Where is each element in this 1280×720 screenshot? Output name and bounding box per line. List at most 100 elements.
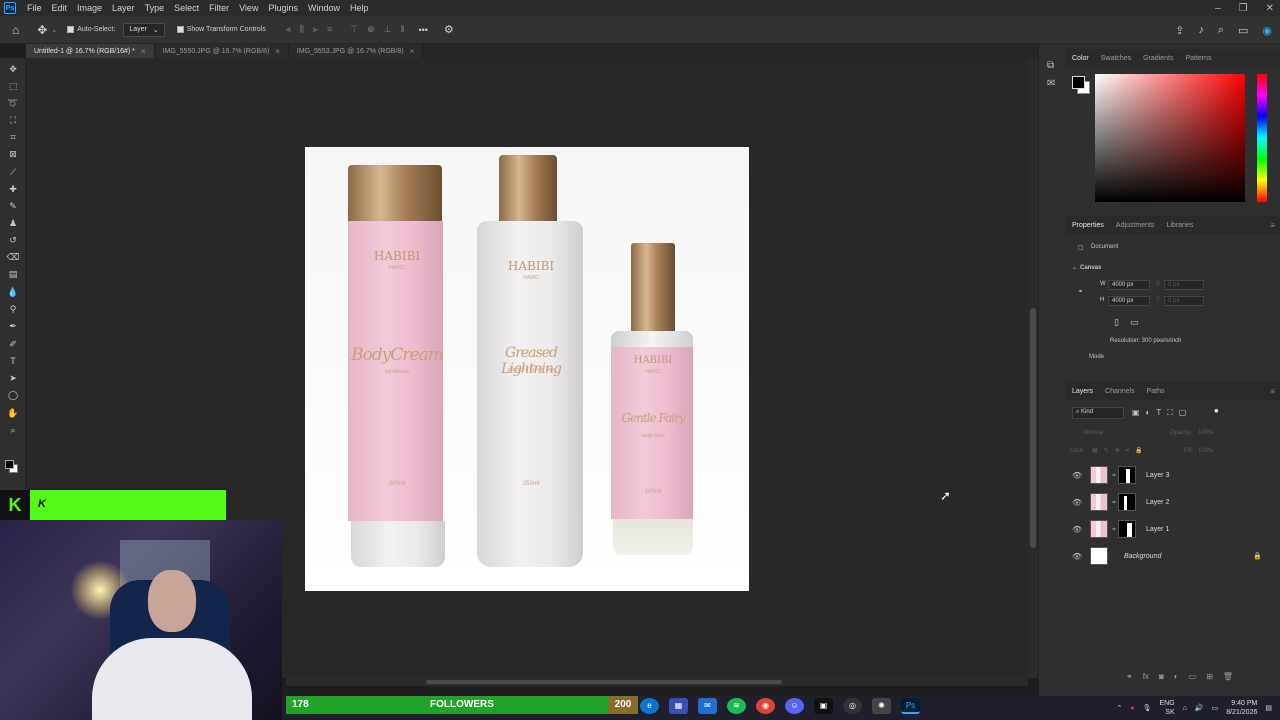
layer-row-background[interactable]: 👁 Background 🔒 bbox=[1066, 543, 1280, 569]
menu-edit[interactable]: Edit bbox=[47, 3, 73, 13]
obs-icon[interactable]: ✺ bbox=[872, 698, 891, 714]
close-tab-icon[interactable]: × bbox=[141, 47, 146, 56]
align-bottom-icon[interactable]: ⊥ bbox=[384, 24, 392, 35]
menu-plugins[interactable]: Plugins bbox=[263, 3, 303, 13]
new-group-icon[interactable]: ▭ bbox=[1189, 672, 1197, 681]
canvas-height-input[interactable]: 4000 px bbox=[1108, 296, 1150, 306]
epic-games-icon[interactable]: ▣ bbox=[814, 698, 833, 714]
visibility-eye-icon[interactable]: 👁 bbox=[1072, 498, 1082, 507]
fill-input[interactable]: 100% bbox=[1198, 448, 1213, 454]
github-desktop-icon[interactable]: ◎ bbox=[843, 698, 862, 714]
visibility-eye-icon[interactable]: 👁 bbox=[1072, 552, 1082, 561]
orientation-portrait-icon[interactable]: ▯ bbox=[1114, 317, 1119, 328]
hue-slider[interactable] bbox=[1257, 74, 1267, 202]
menu-file[interactable]: File bbox=[22, 3, 47, 13]
visibility-eye-icon[interactable]: 👁 bbox=[1072, 471, 1082, 480]
home-icon[interactable]: ⌂ bbox=[12, 23, 19, 37]
notifications-bell-icon[interactable]: ♪ bbox=[1198, 24, 1204, 36]
orientation-landscape-icon[interactable]: ▭ bbox=[1130, 317, 1139, 328]
layer-style-icon[interactable]: fx bbox=[1143, 672, 1149, 681]
tool-preset-chevron-icon[interactable]: ⌄ bbox=[51, 26, 57, 34]
more-options-icon[interactable]: ••• bbox=[418, 25, 427, 35]
share-icon[interactable]: ⇪ bbox=[1175, 24, 1184, 37]
zoom-tool-icon[interactable]: ⌕ bbox=[6, 424, 20, 437]
tab-paths[interactable]: Paths bbox=[1141, 388, 1171, 395]
close-icon[interactable]: ✕ bbox=[1266, 3, 1274, 14]
menu-layer[interactable]: Layer bbox=[107, 3, 140, 13]
mask-link-icon[interactable]: ⚭ bbox=[1110, 526, 1118, 533]
menu-filter[interactable]: Filter bbox=[204, 3, 234, 13]
foreground-color-swatch[interactable] bbox=[1072, 76, 1085, 89]
tab-libraries[interactable]: Libraries bbox=[1160, 222, 1199, 229]
auto-select-checkbox[interactable]: Auto-Select: bbox=[67, 26, 115, 33]
settings-gear-icon[interactable]: ⚙ bbox=[444, 23, 454, 36]
color-picker-field[interactable] bbox=[1095, 74, 1245, 202]
discord-icon[interactable]: ☺ bbox=[785, 698, 804, 714]
spotify-icon[interactable]: ≋ bbox=[727, 698, 746, 714]
brush-tool-icon[interactable]: ✎ bbox=[6, 200, 20, 213]
user-avatar-icon[interactable]: ◉ bbox=[1262, 24, 1272, 37]
ellipse-tool-icon[interactable]: ◯ bbox=[6, 389, 20, 402]
filter-toggle-icon[interactable]: ● bbox=[1214, 406, 1219, 415]
auto-select-target-dropdown[interactable]: Layer ⌄ bbox=[123, 22, 165, 37]
eyedropper-tool-icon[interactable]: ⟋ bbox=[6, 166, 20, 179]
tab-swatches[interactable]: Swatches bbox=[1095, 55, 1137, 62]
layer-row[interactable]: 👁 ⚭ Layer 3 bbox=[1066, 462, 1280, 488]
close-tab-icon[interactable]: × bbox=[275, 47, 280, 56]
foreground-color-swatch[interactable] bbox=[5, 460, 14, 469]
tab-img-5550[interactable]: IMG_5550.JPG @ 16.7% (RGB/8) × bbox=[154, 44, 289, 58]
align-middle-icon[interactable]: ⊕ bbox=[367, 24, 375, 35]
align-right-icon[interactable]: ⫸ bbox=[313, 24, 318, 35]
clock[interactable]: 9:40 PM 8/21/2026 bbox=[1226, 699, 1257, 717]
scroll-thumb[interactable] bbox=[426, 680, 782, 684]
workspace-icon[interactable]: ▭ bbox=[1238, 24, 1248, 37]
blend-mode-dropdown[interactable]: Normal bbox=[1084, 430, 1103, 436]
layer-mask-thumbnail[interactable] bbox=[1118, 493, 1136, 511]
panel-menu-icon[interactable]: ≡ bbox=[1270, 221, 1275, 230]
visibility-eye-icon[interactable]: 👁 bbox=[1072, 525, 1082, 534]
tab-layers[interactable]: Layers bbox=[1066, 388, 1099, 395]
document-canvas[interactable]: HABIBI HAIRC BodyCream conditioner 200ml… bbox=[305, 147, 749, 591]
volume-icon[interactable]: 🔊 bbox=[1195, 704, 1204, 712]
minimize-icon[interactable]: – bbox=[1215, 3, 1221, 14]
notifications-icon[interactable]: ▤ bbox=[1265, 704, 1272, 712]
tab-channels[interactable]: Channels bbox=[1099, 388, 1141, 395]
healing-brush-tool-icon[interactable]: ✚ bbox=[6, 183, 20, 196]
align-center-icon[interactable]: ⫼ bbox=[300, 24, 304, 35]
menu-select[interactable]: Select bbox=[169, 3, 204, 13]
menu-view[interactable]: View bbox=[234, 3, 263, 13]
tab-adjustments[interactable]: Adjustments bbox=[1110, 222, 1161, 229]
layer-row[interactable]: 👁 ⚭ Layer 1 bbox=[1066, 516, 1280, 542]
microphone-icon[interactable]: 🎙 bbox=[1143, 704, 1152, 712]
restore-icon[interactable]: ❐ bbox=[1239, 3, 1248, 14]
adjustment-layer-icon[interactable]: ◐ bbox=[1174, 672, 1179, 681]
network-icon[interactable]: ⌂ bbox=[1183, 705, 1187, 712]
vertical-scrollbar[interactable] bbox=[1028, 58, 1038, 678]
tab-patterns[interactable]: Patterns bbox=[1179, 55, 1217, 62]
show-transform-controls-checkbox[interactable]: Show Transform Controls bbox=[176, 26, 266, 33]
move-tool-icon[interactable]: ✥ bbox=[6, 63, 20, 76]
store-icon[interactable]: ▦ bbox=[669, 698, 688, 714]
canvas-y-input[interactable]: 0 px bbox=[1164, 296, 1204, 306]
link-layers-icon[interactable]: ⚭ bbox=[1126, 672, 1133, 681]
type-tool-icon[interactable]: T bbox=[6, 355, 20, 368]
tab-color[interactable]: Color bbox=[1066, 55, 1095, 62]
layer-mask-thumbnail[interactable] bbox=[1118, 466, 1136, 484]
menu-image[interactable]: Image bbox=[72, 3, 107, 13]
tab-gradients[interactable]: Gradients bbox=[1137, 55, 1179, 62]
battery-icon[interactable]: ▭ bbox=[1212, 704, 1219, 712]
eraser-tool-icon[interactable]: ⌫ bbox=[6, 251, 20, 264]
tab-untitled-1[interactable]: Untitled-1 @ 16.7% (RGB/16#) * × bbox=[26, 44, 155, 58]
add-mask-icon[interactable]: ◙ bbox=[1159, 672, 1164, 681]
menu-help[interactable]: Help bbox=[345, 3, 374, 13]
opacity-input[interactable]: 100% bbox=[1198, 430, 1213, 436]
tab-properties[interactable]: Properties bbox=[1066, 222, 1110, 229]
horizontal-scrollbar[interactable] bbox=[286, 678, 1028, 686]
panel-menu-icon[interactable]: ≡ bbox=[1270, 387, 1275, 396]
collapse-chevron-icon[interactable]: ⌄ bbox=[1072, 264, 1077, 271]
lock-icon[interactable]: 🔒 bbox=[1253, 552, 1262, 560]
menu-window[interactable]: Window bbox=[303, 3, 345, 13]
gradient-tool-icon[interactable]: ▤ bbox=[6, 268, 20, 281]
canvas-x-input[interactable]: 0 px bbox=[1164, 280, 1204, 290]
align-left-icon[interactable]: ⫷ bbox=[286, 24, 291, 35]
